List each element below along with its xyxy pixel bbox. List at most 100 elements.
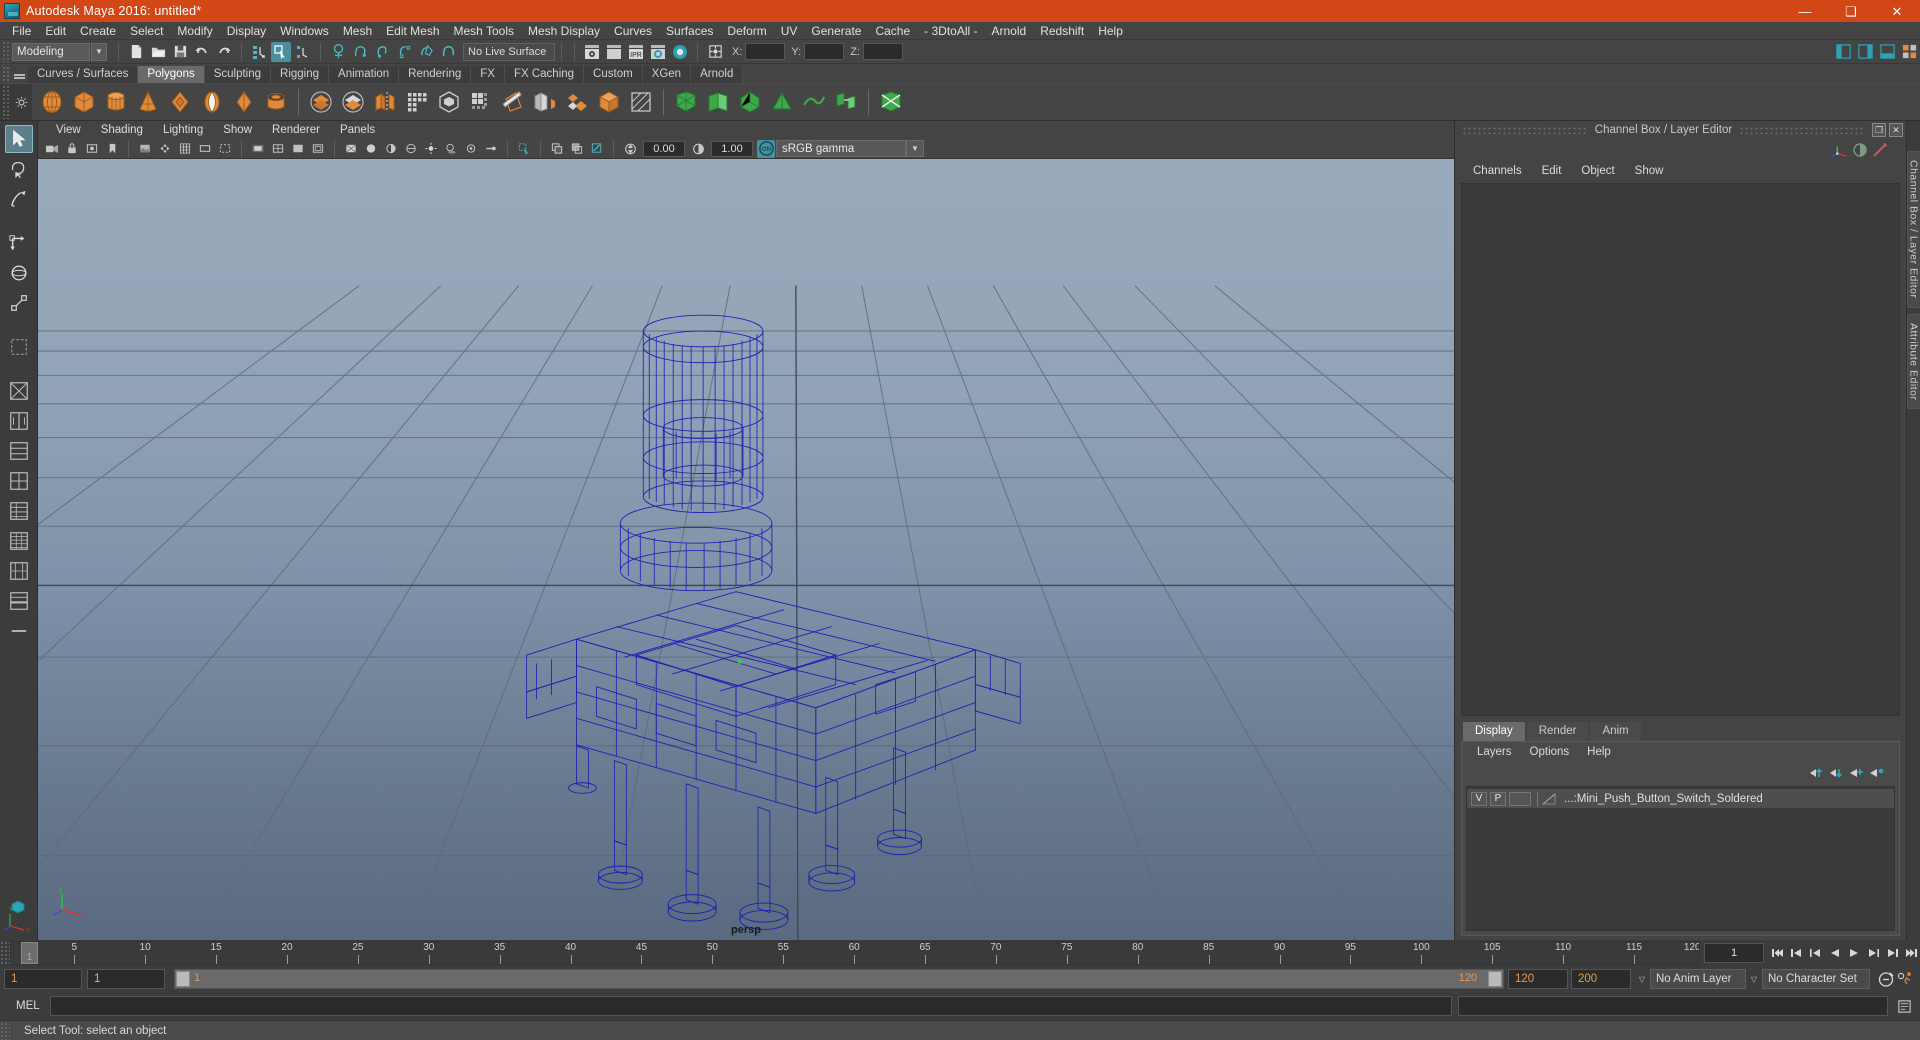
live-surface-field[interactable]: No Live Surface	[463, 42, 555, 61]
snapshot-icon[interactable]	[548, 140, 566, 158]
poly-bridge-icon[interactable]	[530, 87, 560, 117]
exposure-icon[interactable]	[621, 140, 639, 158]
show-hide-tool-settings-icon[interactable]	[1877, 42, 1897, 62]
poly-multi-cut-icon[interactable]	[466, 87, 496, 117]
scale-tool[interactable]	[5, 289, 33, 317]
shelf-tab-xgen[interactable]: XGen	[642, 66, 692, 83]
poly-pipe-icon[interactable]	[261, 87, 291, 117]
time-slider-grip[interactable]	[0, 941, 10, 965]
maximize-button[interactable]: ❑	[1828, 0, 1874, 22]
color-management-select[interactable]: sRGB gamma	[776, 140, 906, 157]
tab-render[interactable]: Render	[1526, 722, 1589, 741]
poly-cube-icon[interactable]	[69, 87, 99, 117]
camera-attributes-icon[interactable]	[83, 140, 101, 158]
poly-cone-icon[interactable]	[133, 87, 163, 117]
open-scene-icon[interactable]	[148, 42, 168, 62]
status-bar-grip[interactable]	[0, 1021, 10, 1040]
gate-mask-icon[interactable]	[249, 140, 267, 158]
persp-outliner-layout[interactable]	[5, 527, 33, 555]
isolate-select-icon[interactable]	[515, 140, 533, 158]
menu-edit-mesh[interactable]: Edit Mesh	[379, 22, 446, 40]
resolution-gate-icon[interactable]	[216, 140, 234, 158]
menu-set-dropdown-arrow[interactable]: ▼	[91, 42, 107, 61]
move-layer-up-icon[interactable]	[1808, 764, 1826, 782]
command-input[interactable]	[50, 996, 1452, 1016]
close-button[interactable]: ✕	[1874, 0, 1920, 22]
select-by-component-icon[interactable]	[293, 42, 313, 62]
persp-graph-layout[interactable]	[5, 587, 33, 615]
menu-select[interactable]: Select	[123, 22, 170, 40]
poly-torus-icon[interactable]	[165, 87, 195, 117]
layer-visibility-toggle[interactable]: V	[1471, 791, 1487, 806]
mirror-geometry-icon[interactable]	[703, 87, 733, 117]
redo-icon[interactable]	[214, 42, 234, 62]
menu-curves[interactable]: Curves	[607, 22, 659, 40]
wireframe-on-shaded-icon[interactable]	[342, 140, 360, 158]
layer-menu-layers[interactable]: Layers	[1468, 746, 1521, 758]
range-start-field[interactable]: 1	[4, 969, 82, 989]
poly-bevel-icon[interactable]	[498, 87, 528, 117]
layer-color-swatch[interactable]	[1541, 792, 1559, 806]
single-perspective-layout[interactable]	[5, 377, 33, 405]
show-manipulators-icon[interactable]	[1831, 141, 1849, 159]
grid-toggle-icon[interactable]	[176, 140, 194, 158]
shelf-tab-custom[interactable]: Custom	[584, 66, 643, 83]
go-to-start-icon[interactable]	[1768, 943, 1787, 963]
color-management-toggle-icon[interactable]: ON	[757, 139, 775, 158]
rotate-tool[interactable]	[5, 259, 33, 287]
poly-disc-icon[interactable]	[229, 87, 259, 117]
poly-smooth-icon[interactable]	[402, 87, 432, 117]
sculpt-tool-icon[interactable]	[626, 87, 656, 117]
layer-name[interactable]: ...:Mini_Push_Button_Switch_Soldered	[1564, 793, 1763, 805]
shelf-menu-icon[interactable]	[10, 66, 28, 83]
quad-draw-icon[interactable]	[671, 87, 701, 117]
step-forward-frame-icon[interactable]	[1882, 943, 1901, 963]
play-forwards-icon[interactable]	[1844, 943, 1863, 963]
new-scene-icon[interactable]	[126, 42, 146, 62]
shelf-options-gear-icon[interactable]	[10, 85, 32, 119]
channel-menu-object[interactable]: Object	[1571, 165, 1624, 177]
gamma-field[interactable]: 1.00	[711, 140, 753, 157]
poly-cylinder-icon[interactable]	[101, 87, 131, 117]
poly-extrude-icon[interactable]	[434, 87, 464, 117]
playback-start-field[interactable]: 1	[87, 969, 165, 989]
channel-box-content[interactable]	[1461, 183, 1900, 716]
poly-append-icon[interactable]	[562, 87, 592, 117]
color-management-dropdown-arrow[interactable]: ▼	[906, 140, 924, 157]
move-layer-down-icon[interactable]	[1828, 764, 1846, 782]
use-all-lights-icon[interactable]	[422, 140, 440, 158]
film-gate-icon[interactable]	[196, 140, 214, 158]
perspective-viewport[interactable]: persp y x	[38, 159, 1454, 940]
viewport-menu-view[interactable]: View	[46, 121, 91, 139]
safe-action-icon[interactable]	[289, 140, 307, 158]
screen-space-ao-icon[interactable]	[462, 140, 480, 158]
menu-modify[interactable]: Modify	[170, 22, 219, 40]
scene-end-field[interactable]: 200	[1571, 969, 1631, 989]
poly-wedge-icon[interactable]	[594, 87, 624, 117]
animation-preferences-icon[interactable]	[1895, 969, 1914, 989]
channel-menu-edit[interactable]: Edit	[1532, 165, 1572, 177]
menu-create[interactable]: Create	[73, 22, 123, 40]
go-to-end-icon[interactable]	[1901, 943, 1920, 963]
two-d-pan-zoom-icon[interactable]	[156, 140, 174, 158]
layer-playback-toggle[interactable]: P	[1490, 791, 1506, 806]
script-editor-icon[interactable]	[1894, 996, 1914, 1016]
crease-tool-icon[interactable]	[876, 87, 906, 117]
play-backwards-icon[interactable]	[1825, 943, 1844, 963]
undo-icon[interactable]	[192, 42, 212, 62]
paint-select-tool[interactable]	[5, 185, 33, 213]
poly-boolean-union-icon[interactable]	[306, 87, 336, 117]
shelf-tab-rigging[interactable]: Rigging	[271, 66, 330, 83]
status-line-grip[interactable]	[2, 40, 10, 63]
channel-box-icon[interactable]	[1851, 141, 1869, 159]
hypershade-icon[interactable]	[670, 42, 690, 62]
xray-joints-icon[interactable]	[588, 140, 606, 158]
menu-cache[interactable]: Cache	[868, 22, 917, 40]
menu-deform[interactable]: Deform	[720, 22, 773, 40]
lasso-select-tool[interactable]	[5, 155, 33, 183]
show-hide-channel-box-icon[interactable]	[1833, 42, 1853, 62]
exposure-field[interactable]: 0.00	[643, 140, 685, 157]
shadows-icon[interactable]	[442, 140, 460, 158]
layer-row[interactable]: V P ...:Mini_Push_Button_Switch_Soldered	[1467, 789, 1894, 808]
menu-display[interactable]: Display	[220, 22, 273, 40]
